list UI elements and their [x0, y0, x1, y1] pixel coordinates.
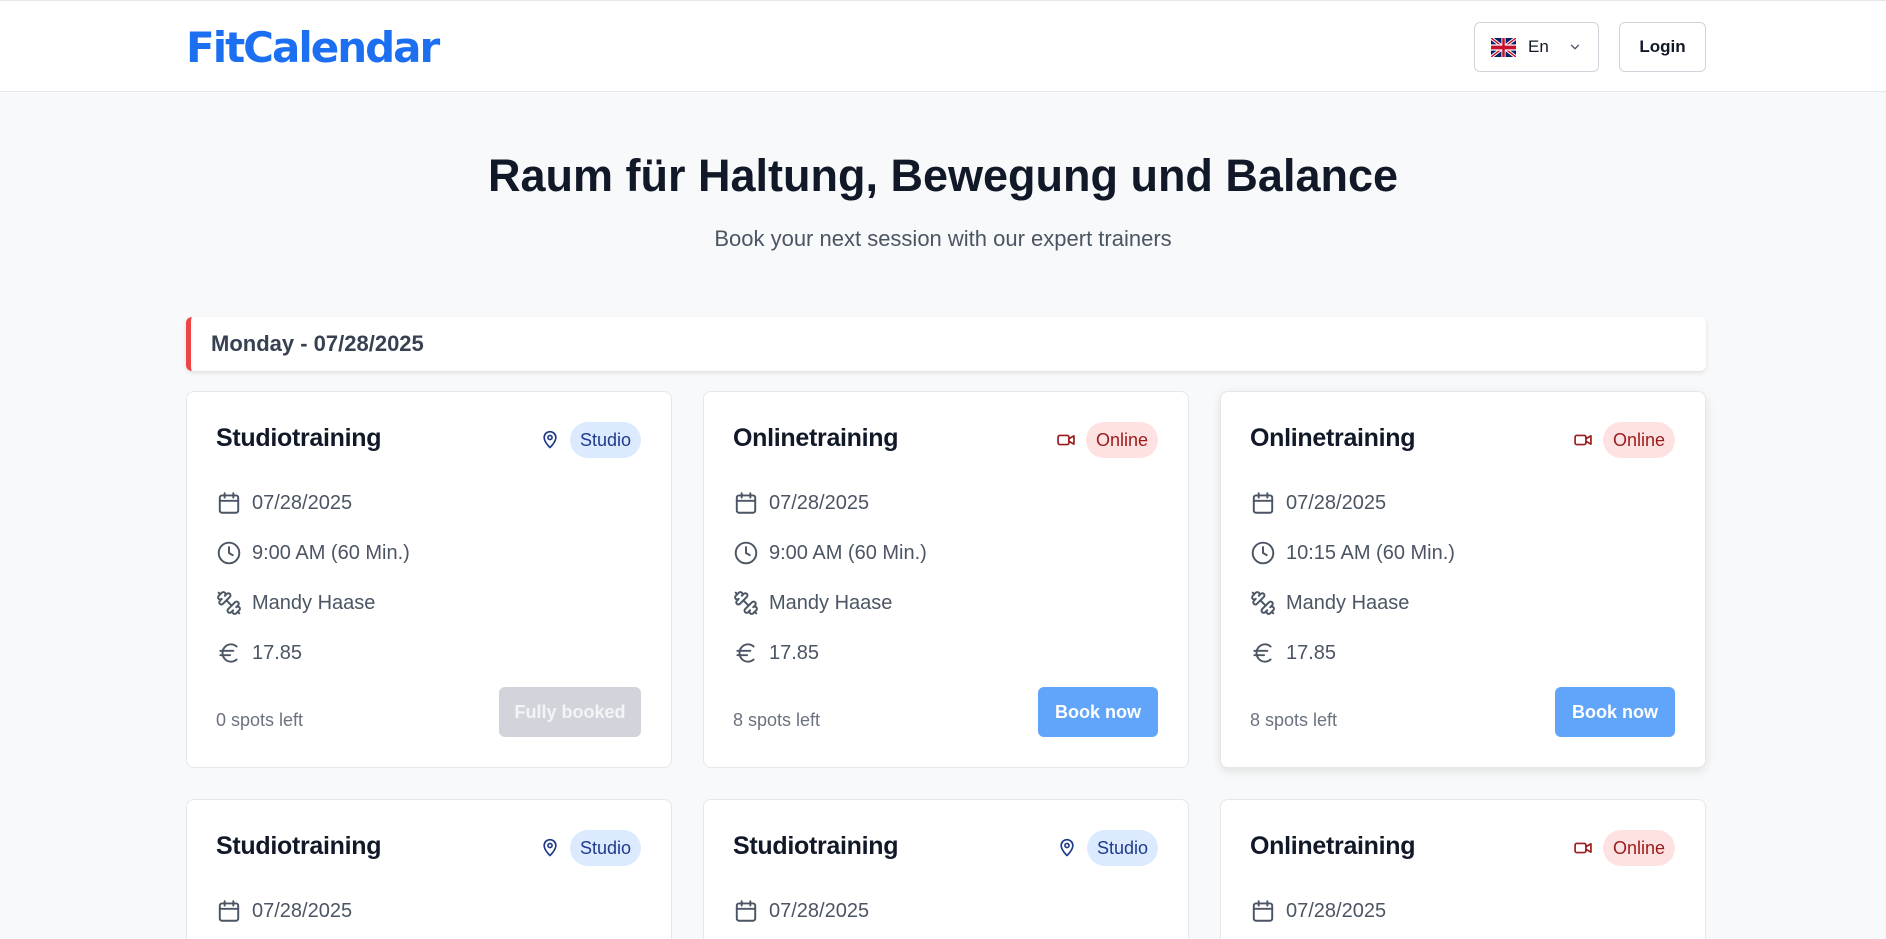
fully-booked-button[interactable]: Fully booked [499, 687, 641, 737]
calendar-icon [218, 492, 240, 514]
session-title: Studiotraining [216, 832, 382, 860]
session-trainer-text: Mandy Haase [1286, 591, 1410, 614]
session-time-text: 9:00 AM (60 Min.) [769, 541, 927, 564]
session-date: 07/28/2025 [216, 898, 352, 924]
dumbbell-icon [1251, 591, 1275, 615]
video-camera-icon [1057, 434, 1075, 446]
euro-icon [219, 643, 238, 663]
video-camera-icon [1574, 842, 1592, 854]
euro-icon [1253, 643, 1272, 663]
dumbbell-icon [217, 591, 241, 615]
location-pin-icon [543, 838, 557, 857]
page-title: Raum für Haltung, Bewegung und Balance [487, 150, 1399, 201]
session-card: Studiotraining Studio 07/28/2025 9:00 AM… [186, 391, 672, 768]
spots-left: 8 spots left [1250, 710, 1338, 730]
session-trainer: Mandy Haase [216, 590, 375, 616]
session-price: 17.85 [733, 640, 819, 666]
session-trainer-text: Mandy Haase [252, 591, 376, 614]
session-time: 9:00 AM (60 Min.) [733, 540, 927, 566]
calendar-icon [735, 900, 757, 922]
calendar-icon [218, 900, 240, 922]
session-price-text: 17.85 [1286, 641, 1337, 664]
session-date-text: 07/28/2025 [769, 899, 870, 922]
session-title: Onlinetraining [1250, 424, 1416, 452]
euro-icon [736, 643, 755, 663]
login-button[interactable]: Login [1619, 22, 1706, 72]
clock-icon [217, 541, 241, 565]
location-pin-icon [1060, 838, 1074, 857]
spots-left: 8 spots left [733, 710, 821, 730]
day-header: Monday - 07/28/2025 [186, 317, 1706, 371]
clock-icon [1251, 541, 1275, 565]
session-date-text: 07/28/2025 [1286, 899, 1387, 922]
session-price-text: 17.85 [769, 641, 820, 664]
logo-text: FitCalendar [186, 22, 440, 72]
session-card: Onlinetraining Online 07/28/2025 10:15 A… [1220, 391, 1706, 768]
session-trainer: Mandy Haase [733, 590, 892, 616]
calendar-icon [1252, 492, 1274, 514]
session-trainer: Mandy Haase [1250, 590, 1409, 616]
calendar-icon [1252, 900, 1274, 922]
language-label: En [1528, 37, 1549, 56]
clock-icon [734, 541, 758, 565]
top-navbar: FitCalendar En Login [0, 0, 1886, 92]
fitcalendar-logo[interactable]: FitCalendar [186, 22, 440, 72]
session-price: 17.85 [1250, 640, 1336, 666]
session-date: 07/28/2025 [733, 490, 869, 516]
session-price-text: 17.85 [252, 641, 303, 664]
session-time: 9:00 AM (60 Min.) [216, 540, 410, 566]
dumbbell-icon [734, 591, 758, 615]
language-selector[interactable]: En [1474, 22, 1599, 72]
session-date-text: 07/28/2025 [252, 491, 353, 514]
session-title: Onlinetraining [733, 424, 899, 452]
session-card: Studiotraining Studio 07/28/2025 [703, 799, 1189, 939]
session-price: 17.85 [216, 640, 302, 666]
page-subtitle: Book your next session with our expert t… [714, 226, 1172, 251]
session-card: Onlinetraining Online 07/28/2025 [1220, 799, 1706, 939]
session-card: Onlinetraining Online 07/28/2025 9:00 AM… [703, 391, 1189, 768]
session-date-text: 07/28/2025 [769, 491, 870, 514]
session-title: Onlinetraining [1250, 832, 1416, 860]
spots-left: 0 spots left [216, 710, 304, 730]
session-title: Studiotraining [733, 832, 899, 860]
location-pin-icon [543, 430, 557, 449]
session-date: 07/28/2025 [1250, 490, 1386, 516]
session-time-text: 10:15 AM (60 Min.) [1286, 541, 1455, 564]
session-date: 07/28/2025 [1250, 898, 1386, 924]
uk-flag-icon [1491, 37, 1516, 57]
day-label: Monday - 07/28/2025 [211, 331, 424, 356]
session-type-badge: Studio [569, 830, 641, 866]
session-type-badge: Studio [569, 422, 641, 458]
book-now-button[interactable]: Book now [1555, 687, 1675, 737]
session-trainer-text: Mandy Haase [769, 591, 893, 614]
chevron-down-icon [1570, 44, 1580, 50]
video-camera-icon [1574, 434, 1592, 446]
session-type-badge: Online [1602, 422, 1675, 458]
session-date-text: 07/28/2025 [1286, 491, 1387, 514]
book-now-button[interactable]: Book now [1038, 687, 1158, 737]
session-type-badge: Studio [1086, 830, 1158, 866]
session-date: 07/28/2025 [216, 490, 352, 516]
session-time-text: 9:00 AM (60 Min.) [252, 541, 410, 564]
session-type-badge: Online [1085, 422, 1158, 458]
calendar-icon [735, 492, 757, 514]
session-date-text: 07/28/2025 [252, 899, 353, 922]
session-card: Studiotraining Studio 07/28/2025 [186, 799, 672, 939]
session-title: Studiotraining [216, 424, 382, 452]
session-date: 07/28/2025 [733, 898, 869, 924]
session-type-badge: Online [1602, 830, 1675, 866]
session-time: 10:15 AM (60 Min.) [1250, 540, 1455, 566]
